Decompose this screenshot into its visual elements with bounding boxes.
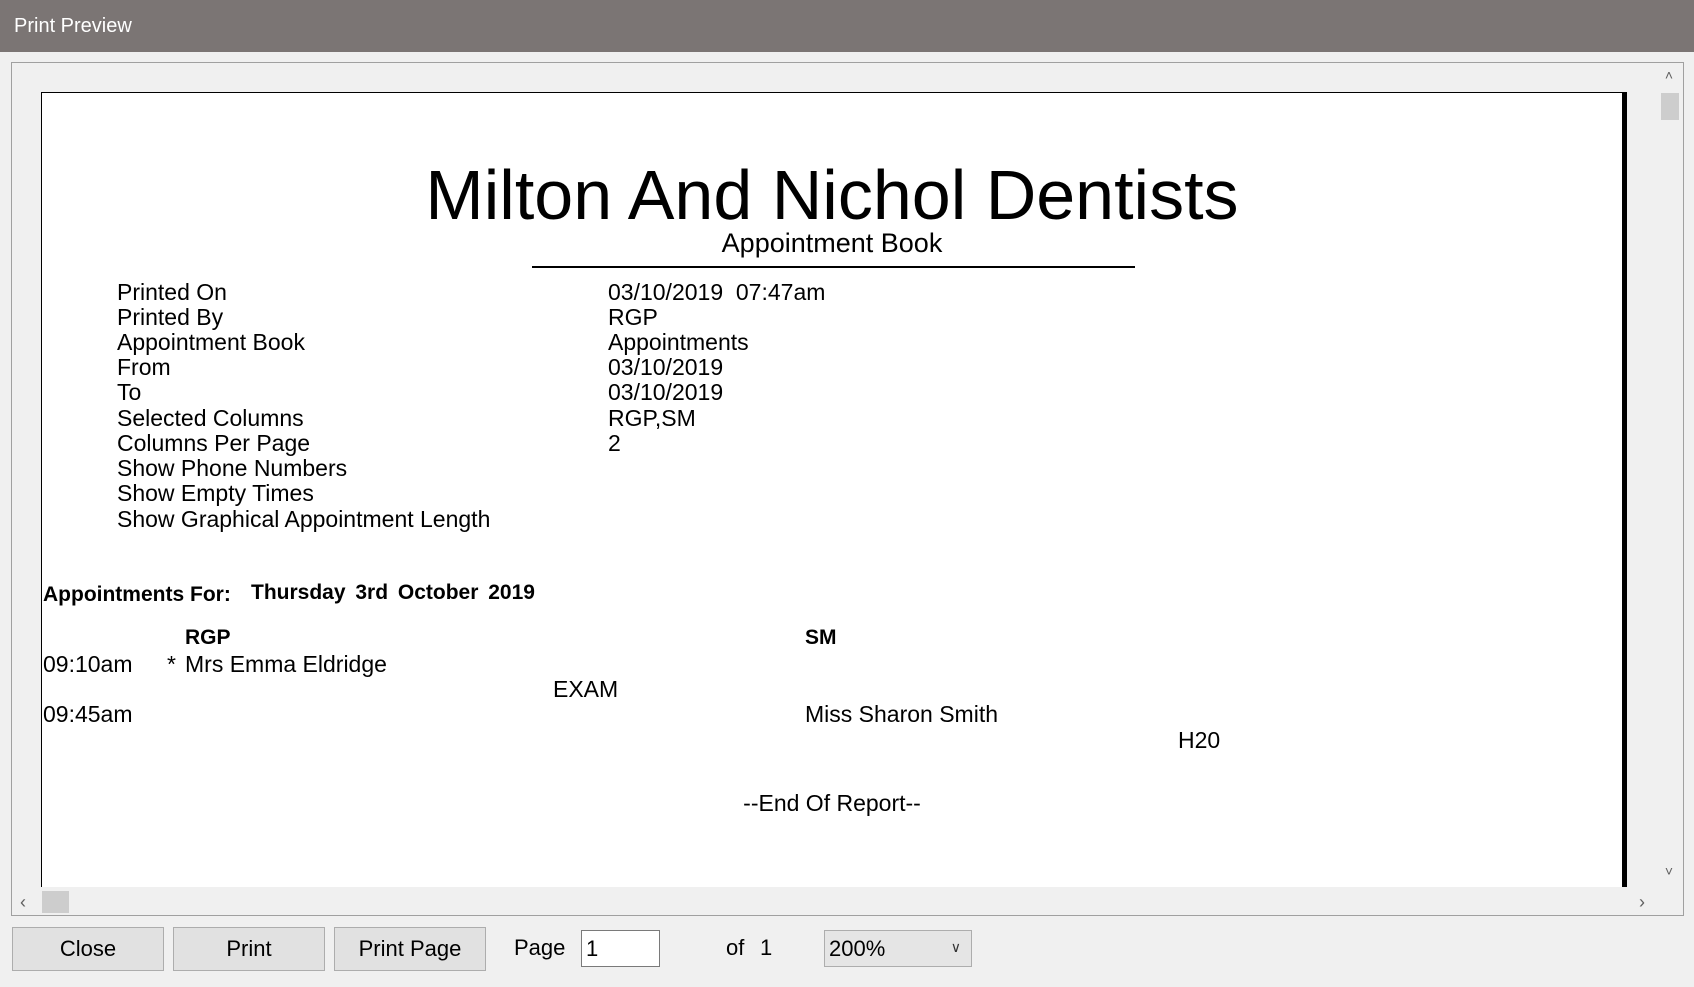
total-pages: 1 [760, 935, 773, 960]
vertical-scrollbar[interactable]: ˄ ˅ [1655, 63, 1683, 885]
of-label: of [726, 935, 745, 960]
info-label: Appointment Book [117, 329, 305, 355]
scroll-right-icon[interactable]: › [1639, 892, 1645, 913]
info-label: Show Graphical Appointment Length [117, 506, 491, 532]
horizontal-scrollbar[interactable]: ‹ › [12, 887, 1655, 915]
scroll-down-icon[interactable]: ˅ [1655, 863, 1683, 879]
appointment-marker: * [167, 651, 176, 677]
page-label: Page [514, 935, 566, 960]
preview-viewport[interactable]: Milton And Nichol Dentists Appointment B… [11, 62, 1684, 916]
info-label: Show Phone Numbers [117, 455, 348, 481]
appointment-time: 09:10am [43, 651, 133, 677]
info-value: 2 [608, 430, 621, 456]
info-label: Printed On [117, 279, 227, 305]
window-title: Print Preview [14, 15, 132, 37]
info-value: RGP,SM [608, 405, 696, 431]
info-row: Show Graphical Appointment Length [42, 506, 1622, 533]
appointment-type: EXAM [553, 676, 619, 702]
info-label: Selected Columns [117, 405, 304, 431]
title-bar: Print Preview [0, 0, 1694, 52]
info-value: Appointments [608, 329, 749, 355]
scrollbar-corner [1655, 887, 1683, 915]
page-number-input[interactable] [581, 930, 660, 967]
info-row: From 03/10/2019 [42, 354, 1622, 381]
appointment-patient: Mrs Emma Eldridge [185, 651, 387, 677]
info-label: To [117, 379, 142, 405]
info-label: Columns Per Page [117, 430, 311, 456]
info-row: Selected Columns RGP,SM [42, 405, 1622, 432]
info-label: Printed By [117, 304, 224, 330]
info-value: RGP [608, 304, 658, 330]
appointments-heading: Appointments For: [43, 583, 231, 606]
info-label: From [117, 354, 171, 380]
info-label: Show Empty Times [117, 480, 314, 506]
appointment-type: H20 [1178, 727, 1221, 753]
info-row: Show Empty Times [42, 480, 1622, 507]
end-of-report: --End Of Report-- [743, 790, 921, 816]
zoom-select[interactable]: 200% ∨ [824, 930, 972, 967]
info-row: Show Phone Numbers [42, 455, 1622, 482]
scroll-left-icon[interactable]: ‹ [20, 892, 26, 913]
appointment-patient: Miss Sharon Smith [805, 701, 999, 727]
appointments-date: Thursday 3rd October 2019 [251, 581, 535, 604]
info-row: To 03/10/2019 [42, 379, 1622, 406]
report-title: Milton And Nichol Dentists [425, 156, 1239, 234]
report-subtitle: Appointment Book [721, 228, 943, 258]
info-row: Columns Per Page 2 [42, 430, 1622, 457]
print-page-button[interactable]: Print Page [334, 927, 486, 971]
info-row: Printed By RGP [42, 304, 1622, 331]
report-page: Milton And Nichol Dentists Appointment B… [41, 92, 1623, 915]
close-button[interactable]: Close [12, 927, 164, 971]
appointment-time: 09:45am [43, 701, 133, 727]
column-header-sm: SM [805, 626, 837, 649]
horizontal-scroll-thumb[interactable] [42, 891, 69, 913]
info-row: Printed On 03/10/2019 07:47am [42, 279, 1622, 306]
zoom-value: 200% [829, 936, 886, 961]
vertical-scroll-thumb[interactable] [1661, 93, 1679, 120]
chevron-down-icon: ∨ [950, 939, 961, 955]
column-header-rgp: RGP [185, 626, 231, 649]
info-value: 03/10/2019 [608, 354, 724, 380]
scroll-up-icon[interactable]: ˄ [1655, 67, 1683, 83]
info-value: 03/10/2019 07:47am [608, 279, 826, 305]
title-underline [532, 266, 1135, 268]
info-row: Appointment Book Appointments [42, 329, 1622, 356]
info-value: 03/10/2019 [608, 379, 724, 405]
print-button[interactable]: Print [173, 927, 325, 971]
